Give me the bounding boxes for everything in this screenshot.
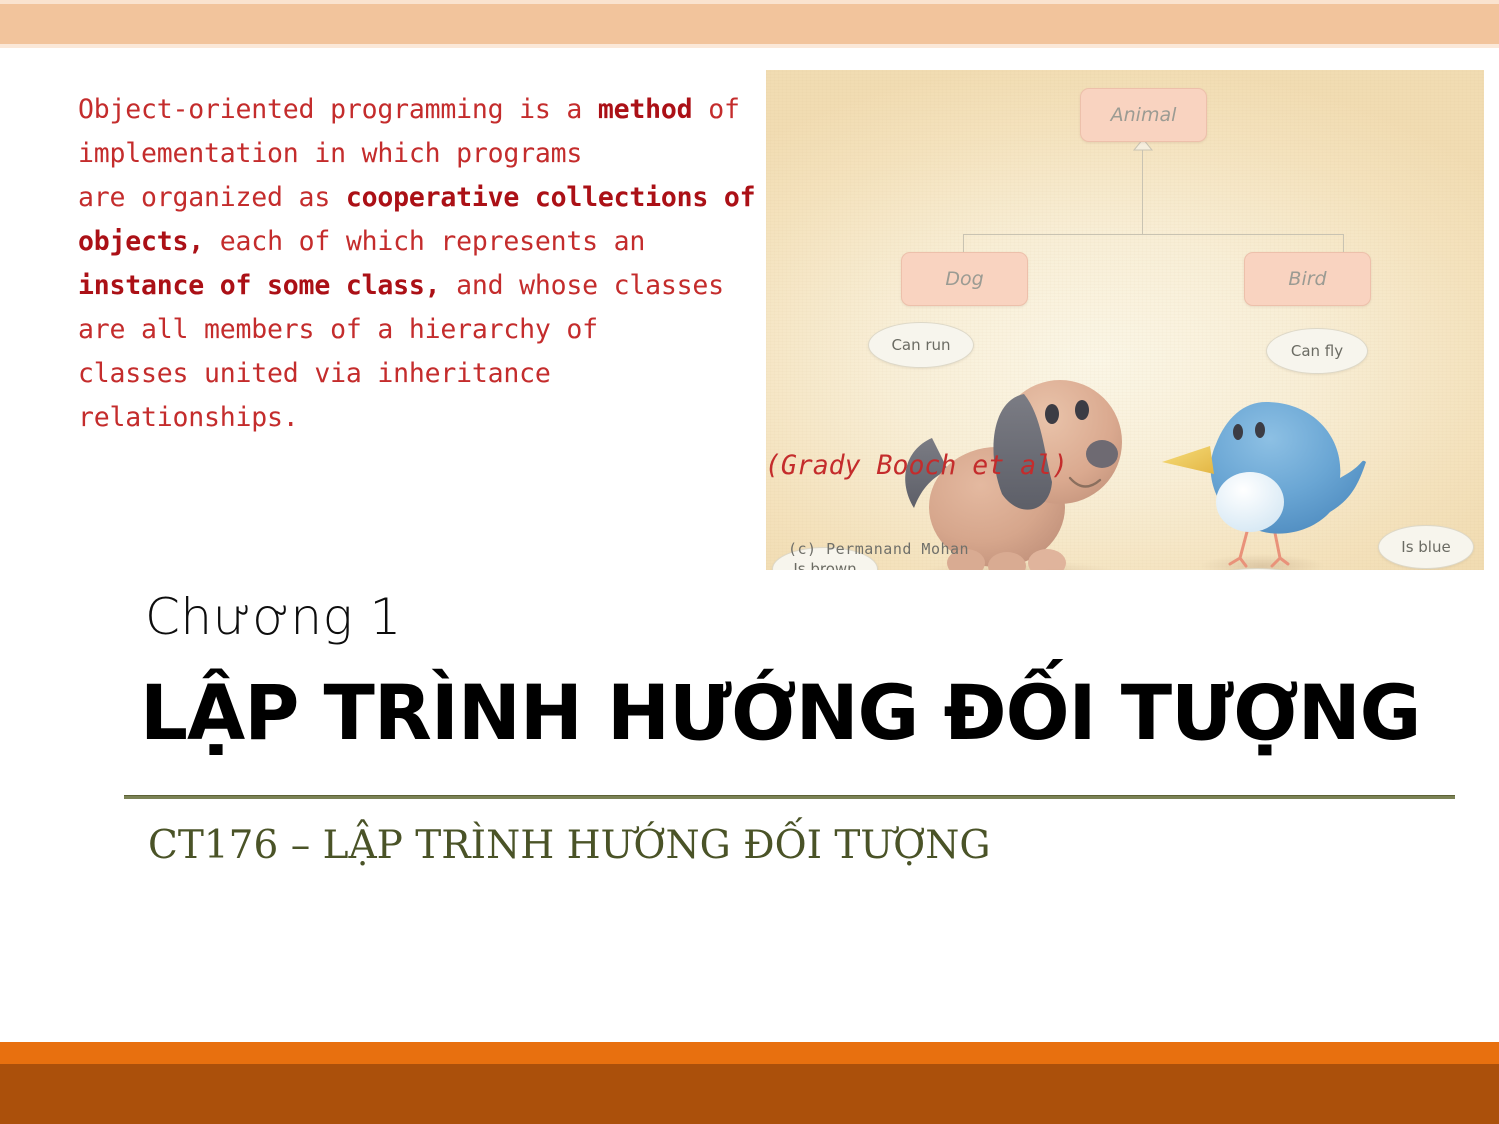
uml-class-animal: Animal: [1080, 88, 1207, 142]
page-title: LẬP TRÌNH HƯỚNG ĐỐI TƯỢNG: [140, 668, 1421, 757]
image-credit-watermark: (c) Permanand Mohan: [788, 540, 970, 558]
title-divider-rule: [124, 795, 1455, 799]
bottom-dark-band: [0, 1064, 1499, 1124]
bubble-is-brown-label: Is brown: [793, 560, 857, 570]
uml-class-bird-label: Bird: [1288, 268, 1327, 290]
quote-emphasis: method: [597, 94, 693, 125]
bubble-can-fly: Can fly: [1266, 328, 1368, 374]
quote-emphasis: instance of some class,: [78, 270, 441, 301]
quote-attribution: (Grady Booch et al): [764, 450, 1068, 481]
quote-run: Object-oriented programming is a: [78, 94, 598, 125]
chapter-label: Chương 1: [145, 588, 402, 646]
top-decorative-band: [0, 0, 1499, 48]
uml-class-animal-label: Animal: [1110, 104, 1177, 126]
bubble-is-blue-label: Is blue: [1401, 538, 1451, 556]
course-subtitle: CT176 – LẬP TRÌNH HƯỚNG ĐỐI TƯỢNG: [148, 823, 991, 868]
uml-class-bird: Bird: [1244, 252, 1371, 306]
bubble-can-fly-label: Can fly: [1290, 342, 1344, 360]
uml-connector-vertical: [1142, 148, 1143, 234]
uml-connector-bird: [1343, 234, 1344, 253]
bird-illustration-icon: [1162, 402, 1366, 570]
booch-quote-text: Object-oriented programming is a method …: [78, 88, 1068, 440]
quote-run: each of which represents an: [219, 226, 646, 257]
bubble-is-blue: Is blue: [1378, 525, 1474, 569]
bottom-light-band: [0, 1042, 1499, 1064]
